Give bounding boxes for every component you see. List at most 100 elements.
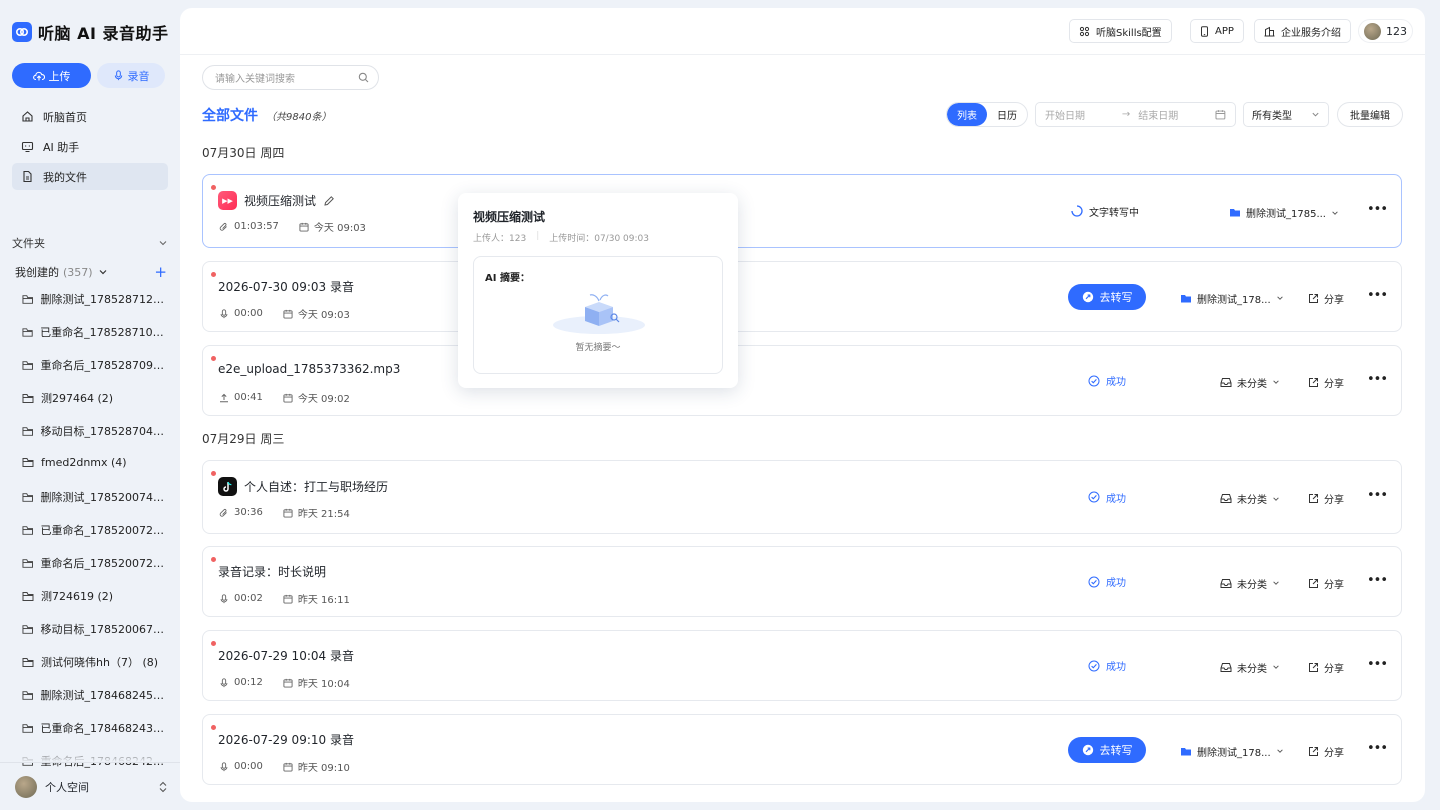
record-button[interactable]: 录音 (97, 63, 165, 88)
folder-item[interactable]: 删除测试_1785200743 ... (22, 489, 168, 505)
chevron-down-icon (99, 270, 107, 275)
folder-item[interactable]: 重命名后_1785200720 ... (22, 555, 168, 571)
app-download-button[interactable]: APP (1190, 19, 1244, 43)
personal-space-switcher[interactable]: 个人空间 (0, 762, 180, 810)
file-card[interactable]: 录音记录：时长说明 00:02 昨天 16:11 成功 未分类 分享 ••• (202, 546, 1402, 617)
nav-ai-assistant[interactable]: AI 助手 (12, 133, 168, 160)
file-name[interactable]: 录音记录：时长说明 (218, 563, 326, 580)
folder-item[interactable]: fmed2dnmx (4) (22, 456, 168, 469)
share-button[interactable]: 分享 (1308, 744, 1344, 759)
transcribe-icon (1082, 291, 1093, 302)
search-input[interactable]: 请输入关键词搜索 (202, 65, 379, 90)
file-name[interactable]: 2026-07-29 10:04 录音 (218, 647, 354, 664)
nav-home[interactable]: 听脑首页 (12, 103, 168, 130)
view-list-tab[interactable]: 列表 (947, 103, 987, 126)
more-options-icon[interactable]: ••• (1367, 573, 1388, 588)
more-options-icon[interactable]: ••• (1367, 657, 1388, 672)
check-circle-icon (1088, 491, 1100, 503)
date-group-header: 07月29日 周三 (202, 432, 285, 446)
file-name-row: ▶▶ 视频压缩测试 (218, 191, 335, 210)
transcribe-button[interactable]: 去转写 (1068, 283, 1146, 310)
category-select[interactable]: 删除测试_1785... (1229, 205, 1339, 220)
more-options-icon[interactable]: ••• (1367, 741, 1388, 756)
file-name[interactable]: 视频压缩测试 (244, 192, 316, 209)
add-folder-button[interactable]: + (154, 263, 167, 281)
share-button[interactable]: 分享 (1308, 291, 1344, 306)
category-select[interactable]: 删除测试_178... (1180, 744, 1284, 759)
more-options-icon[interactable]: ••• (1367, 202, 1388, 217)
folder-item[interactable]: 删除测试_1785287120 ... (22, 291, 168, 307)
file-duration: 01:03:57 (234, 221, 279, 232)
folder-item[interactable]: 已重命名_1784682438 ... (22, 720, 168, 736)
share-button[interactable]: 分享 (1308, 491, 1344, 506)
file-card[interactable]: 2026-07-30 09:03 录音 00:00 今天 09:03 去转写 删除测试_… (202, 261, 1402, 332)
transcribe-button[interactable]: 去转写 (1068, 736, 1146, 763)
folder-item[interactable]: 测724619 (2) (22, 588, 168, 604)
folder-item[interactable]: 已重命名_1785200729 ... (22, 522, 168, 538)
edit-icon[interactable] (323, 195, 335, 207)
created-folders-header[interactable]: 我创建的 (357) + (15, 263, 167, 281)
date-group-header: 07月30日 周四 (202, 146, 285, 160)
file-card[interactable]: 2026-07-29 10:04 录音 00:12 昨天 10:04 成功 未分类 分享 •… (202, 630, 1402, 701)
unread-dot (211, 725, 216, 730)
file-name[interactable]: e2e_upload_1785373362.mp3 (218, 362, 400, 376)
date-range-picker[interactable]: 开始日期 → 结束日期 (1035, 102, 1236, 127)
app-logo[interactable]: 听脑 AI 录音助手 (12, 20, 168, 44)
more-options-icon[interactable]: ••• (1367, 372, 1388, 387)
file-card[interactable]: e2e_upload_1785373362.mp3 00:41 今天 09:02 成功… (202, 345, 1402, 416)
chevron-down-icon (1273, 581, 1279, 585)
category-select[interactable]: 未分类 (1220, 660, 1280, 675)
popup-uploader: 上传人：123 (473, 234, 527, 244)
file-time: 今天 09:03 (313, 223, 366, 234)
start-date-field[interactable]: 开始日期 (1045, 107, 1114, 122)
folder-item[interactable]: 移动目标_1785200673 ... (22, 621, 168, 637)
chevron-down-icon (159, 241, 167, 246)
file-name[interactable]: 个人自述：打工与职场经历 (244, 478, 388, 495)
created-count: (357) (63, 265, 93, 279)
microphone-icon (220, 677, 228, 687)
status-text: 成功 (1106, 377, 1126, 388)
user-menu[interactable]: 123 (1358, 19, 1413, 43)
folder-label: 已重命名_1785287107 (... (40, 326, 168, 339)
share-icon (1309, 377, 1318, 387)
calendar-icon (283, 309, 293, 319)
bulk-edit-button[interactable]: 批量编辑 (1337, 102, 1403, 127)
category-label: 未分类 (1237, 579, 1267, 591)
file-time: 昨天 09:10 (297, 763, 350, 774)
share-button[interactable]: 分享 (1308, 576, 1344, 591)
folder-item[interactable]: 已重命名_1785287107 (... (22, 324, 168, 340)
end-date-field[interactable]: 结束日期 (1138, 107, 1207, 122)
view-calendar-tab[interactable]: 日历 (987, 103, 1027, 126)
file-name[interactable]: 2026-07-29 09:10 录音 (218, 731, 354, 748)
upload-button[interactable]: 上传 (12, 63, 91, 88)
folder-item[interactable]: 移动目标_1785287046 ... (22, 423, 168, 439)
skills-config-button[interactable]: 听脑Skills配置 (1069, 19, 1172, 43)
chevron-down-icon (1276, 749, 1283, 753)
category-select[interactable]: 未分类 (1220, 491, 1280, 506)
enterprise-intro-button[interactable]: 企业服务介绍 (1254, 19, 1351, 43)
share-button[interactable]: 分享 (1308, 660, 1344, 675)
file-card[interactable]: ▶▶ 视频压缩测试 01:03:57 今天 09:03 文字转写中 删除测试_1785..… (202, 174, 1402, 248)
category-select[interactable]: 未分类 (1220, 375, 1280, 390)
file-card[interactable]: 个人自述：打工与职场经历 30:36 昨天 21:54 成功 未分类 分享 ••• (202, 460, 1402, 534)
share-button[interactable]: 分享 (1308, 375, 1344, 390)
transcribe-icon (1082, 744, 1093, 755)
category-select[interactable]: 删除测试_178... (1180, 291, 1284, 306)
folder-item[interactable]: 重命名后_1785287096 ... (22, 357, 168, 373)
file-card[interactable]: 2026-07-29 09:10 录音 00:00 昨天 09:10 去转写 删除测试_… (202, 714, 1402, 785)
user-name: 123 (1386, 24, 1407, 38)
category-select[interactable]: 未分类 (1220, 576, 1280, 591)
nav-my-files[interactable]: 我的文件 (12, 163, 168, 190)
more-options-icon[interactable]: ••• (1367, 288, 1388, 303)
status-badge: 成功 (1088, 346, 1126, 415)
folder-section-header[interactable]: 文件夹 (12, 235, 168, 251)
folder-item[interactable]: 测试何晓伟hh（7） (8) (22, 654, 168, 670)
folder-item[interactable]: 测297464 (2) (22, 390, 168, 406)
type-select[interactable]: 所有类型 (1243, 102, 1329, 127)
file-name[interactable]: 2026-07-30 09:03 录音 (218, 278, 354, 295)
folder-label: 测724619 (2) (41, 590, 114, 603)
folder-label: 测297464 (2) (41, 392, 114, 405)
folder-item[interactable]: 删除测试_1784682455 ... (22, 687, 168, 703)
file-icon (23, 170, 32, 183)
more-options-icon[interactable]: ••• (1367, 488, 1388, 503)
